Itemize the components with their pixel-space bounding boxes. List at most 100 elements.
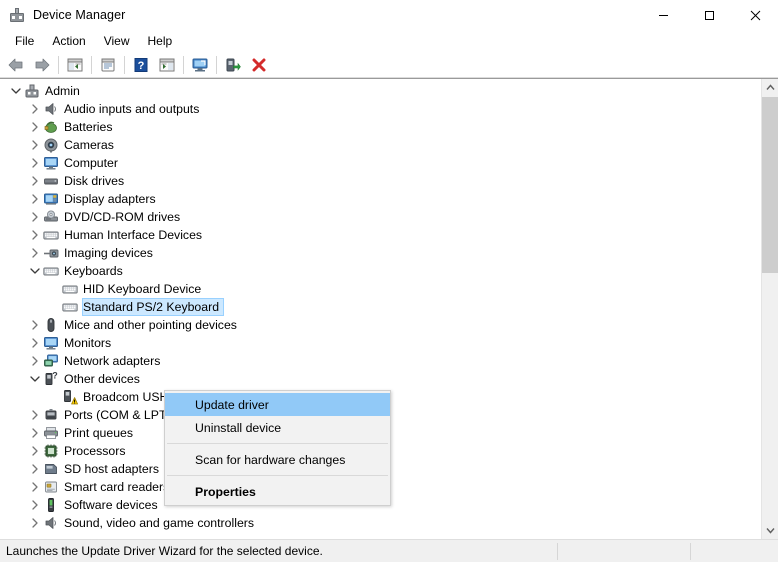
toolbar: ? <box>0 52 778 78</box>
software-device-icon <box>43 497 59 513</box>
maximize-button[interactable] <box>686 0 732 30</box>
tree-item-label: Imaging devices <box>64 246 153 260</box>
tree-item[interactable]: Mice and other pointing devices <box>0 316 761 334</box>
tree-item[interactable]: Computer <box>0 154 761 172</box>
menu-view[interactable]: View <box>95 31 139 52</box>
title-bar: Device Manager <box>0 0 778 30</box>
vertical-scrollbar[interactable] <box>761 79 778 539</box>
tree-item[interactable]: Monitors <box>0 334 761 352</box>
chevron-right-icon[interactable] <box>27 478 43 496</box>
menu-bar: File Action View Help <box>0 30 778 52</box>
chevron-down-icon[interactable] <box>8 82 24 100</box>
tree-item[interactable]: DVD/CD-ROM drives <box>0 208 761 226</box>
tree-item[interactable]: Human Interface Devices <box>0 226 761 244</box>
chevron-right-icon[interactable] <box>27 118 43 136</box>
scan-for-hardware-changes-button[interactable] <box>220 53 246 77</box>
menu-help[interactable]: Help <box>139 31 182 52</box>
unknown-device-icon: ? <box>43 370 59 387</box>
tree-item[interactable]: Standard PS/2 Keyboard <box>0 298 761 316</box>
context-menu[interactable]: Update driver Uninstall device Scan for ha… <box>164 390 391 506</box>
minimize-button[interactable] <box>640 0 686 30</box>
tree-twisty-placeholder <box>46 388 62 406</box>
optical-drive-icon <box>43 209 59 225</box>
chevron-right-icon[interactable] <box>27 172 43 190</box>
toolbar-separator-5 <box>216 55 217 74</box>
chevron-right-icon[interactable] <box>27 352 43 370</box>
close-button[interactable] <box>732 0 778 30</box>
tree-item[interactable]: HID Keyboard Device <box>0 280 761 298</box>
forward-button[interactable] <box>29 53 55 77</box>
tree-item[interactable]: ? Other devices <box>0 370 761 388</box>
context-menu-item-update-driver[interactable]: Update driver <box>165 393 390 416</box>
monitor-icon <box>43 155 59 171</box>
tree-item[interactable]: Disk drives <box>0 172 761 190</box>
content-area: Admin Audio inputs and outputs Batteries Ca… <box>0 78 778 539</box>
scroll-up-button[interactable] <box>762 79 778 96</box>
tree-item[interactable]: Batteries <box>0 118 761 136</box>
chevron-right-icon[interactable] <box>27 316 43 334</box>
context-menu-item-scan-for-hardware-changes[interactable]: Scan for hardware changes <box>165 448 390 471</box>
chevron-right-icon[interactable] <box>27 136 43 154</box>
chevron-right-icon[interactable] <box>27 496 43 514</box>
chevron-down-icon[interactable] <box>27 370 43 388</box>
menu-file[interactable]: File <box>6 31 43 52</box>
tree-item-label: Display adapters <box>64 192 156 206</box>
chevron-right-icon[interactable] <box>27 226 43 244</box>
tree-item-label: Print queues <box>64 426 134 440</box>
hid-icon <box>43 227 59 243</box>
tree-item-label: Processors <box>64 444 126 458</box>
tree-item[interactable]: Audio inputs and outputs <box>0 100 761 118</box>
toolbar-separator-1 <box>58 55 59 74</box>
tree-item[interactable]: Network adapters <box>0 352 761 370</box>
tree-item-label: HID Keyboard Device <box>83 282 202 296</box>
uninstall-device-button[interactable] <box>246 53 272 77</box>
chevron-right-icon[interactable] <box>27 208 43 226</box>
properties-button[interactable] <box>95 53 121 77</box>
tree-item[interactable]: Admin <box>0 82 761 100</box>
mouse-icon <box>43 317 59 333</box>
show-hide-action-pane-button[interactable] <box>154 53 180 77</box>
chevron-right-icon[interactable] <box>27 190 43 208</box>
context-menu-item-uninstall-device[interactable]: Uninstall device <box>165 416 390 439</box>
menu-action[interactable]: Action <box>43 31 94 52</box>
toolbar-separator-3 <box>124 55 125 74</box>
chevron-right-icon[interactable] <box>27 424 43 442</box>
unknown-device-warning-icon <box>62 389 78 405</box>
smart-card-icon <box>43 479 59 495</box>
chevron-right-icon[interactable] <box>27 442 43 460</box>
speaker-icon <box>43 515 59 531</box>
tree-item[interactable]: Keyboards <box>0 262 761 280</box>
show-hide-console-tree-button[interactable] <box>62 53 88 77</box>
tree-twisty-placeholder <box>46 280 62 298</box>
chevron-right-icon[interactable] <box>27 406 43 424</box>
keyboard-icon <box>62 299 78 315</box>
tree-item[interactable]: Cameras <box>0 136 761 154</box>
tree-item[interactable]: Display adapters <box>0 190 761 208</box>
chevron-right-icon[interactable] <box>27 334 43 352</box>
help-button[interactable]: ? <box>128 53 154 77</box>
scroll-down-button[interactable] <box>762 522 778 539</box>
update-driver-button[interactable] <box>187 53 213 77</box>
chevron-right-icon[interactable] <box>27 514 43 532</box>
chevron-right-icon[interactable] <box>27 154 43 172</box>
context-menu-item-properties[interactable]: Properties <box>165 480 390 503</box>
tree-item-label: DVD/CD-ROM drives <box>64 210 181 224</box>
back-button[interactable] <box>3 53 29 77</box>
tree-item-label: Software devices <box>64 498 158 512</box>
toolbar-separator-2 <box>91 55 92 74</box>
display-adapter-icon <box>43 191 59 207</box>
scrollbar-thumb[interactable] <box>762 97 778 273</box>
chevron-right-icon[interactable] <box>27 244 43 262</box>
window-title: Device Manager <box>33 8 126 22</box>
svg-text:?: ? <box>52 371 58 380</box>
chevron-right-icon[interactable] <box>27 460 43 478</box>
chevron-down-icon[interactable] <box>27 262 43 280</box>
tree-item-label: Broadcom USH <box>83 390 169 404</box>
tree-item-label: Cameras <box>64 138 114 152</box>
chevron-right-icon[interactable] <box>27 100 43 118</box>
tree-item[interactable]: Sound, video and game controllers <box>0 514 761 532</box>
context-menu-separator <box>167 475 388 476</box>
tree-item-label: Audio inputs and outputs <box>64 102 200 116</box>
tree-item[interactable]: Imaging devices <box>0 244 761 262</box>
keyboard-icon <box>43 263 59 279</box>
